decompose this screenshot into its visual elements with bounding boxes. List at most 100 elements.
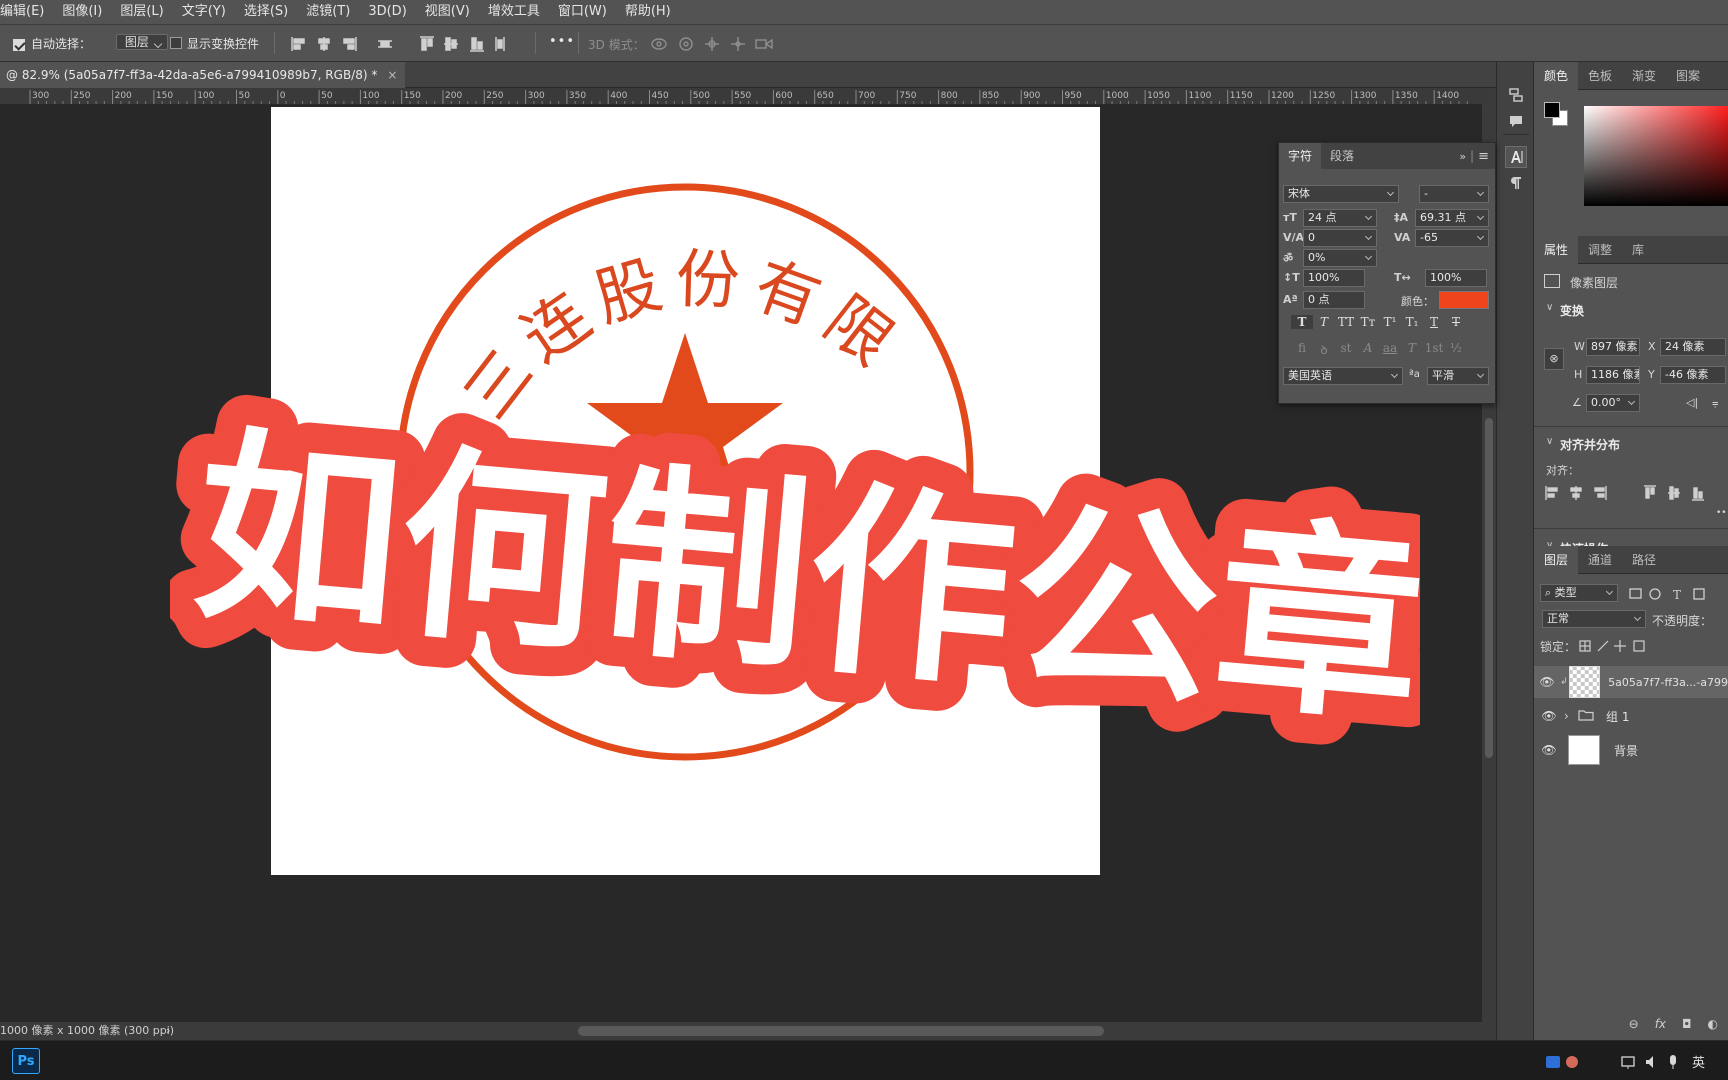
distribute-vertical-icon[interactable] bbox=[495, 37, 505, 51]
tray-app-icon[interactable] bbox=[1566, 1056, 1578, 1068]
align-right-icon[interactable] bbox=[343, 37, 357, 51]
ligatures-button[interactable]: fi bbox=[1291, 341, 1313, 358]
language-dropdown[interactable]: 美国英语 bbox=[1283, 367, 1403, 385]
align-vcenter-icon[interactable] bbox=[444, 37, 458, 51]
tab-channels[interactable]: 通道 bbox=[1578, 546, 1622, 574]
3d-roll-icon[interactable] bbox=[679, 37, 693, 51]
lock-artboard-icon[interactable] bbox=[1633, 640, 1645, 652]
menu-window[interactable]: 窗口(W) bbox=[549, 0, 616, 24]
align-top-icon[interactable] bbox=[1644, 485, 1656, 499]
y-field[interactable]: -46 像素 bbox=[1660, 366, 1726, 384]
filter-adjustment-icon[interactable] bbox=[1649, 588, 1661, 600]
flip-horizontal-icon[interactable]: ◁| bbox=[1686, 396, 1698, 409]
close-tab-icon[interactable]: × bbox=[387, 62, 397, 88]
menu-edit[interactable]: 编辑(E) bbox=[0, 0, 53, 24]
panel-menu-icon[interactable]: ≡ bbox=[1478, 149, 1489, 164]
filter-type-icon[interactable]: T bbox=[1673, 588, 1681, 602]
strikethrough-button[interactable]: T bbox=[1445, 315, 1467, 329]
tracking-field[interactable]: -65 bbox=[1415, 229, 1489, 247]
input-method-indicator[interactable]: 英 bbox=[1692, 1052, 1705, 1071]
align-hcenter-icon[interactable] bbox=[1570, 486, 1582, 500]
chevron-down-icon[interactable]: ∨ bbox=[1546, 302, 1553, 313]
link-layers-icon[interactable]: ⊖ bbox=[1629, 1017, 1639, 1031]
expand-arrow-icon[interactable]: › bbox=[1564, 709, 1578, 723]
foreground-color-swatch[interactable] bbox=[1544, 102, 1560, 118]
chevron-down-icon[interactable]: ∨ bbox=[1546, 436, 1553, 447]
menu-image[interactable]: 图像(I) bbox=[53, 0, 111, 24]
tab-patterns[interactable]: 图案 bbox=[1666, 62, 1710, 90]
menu-type[interactable]: 文字(Y) bbox=[173, 0, 235, 24]
flip-vertical-icon[interactable]: ⩦ bbox=[1712, 396, 1718, 410]
align-right-icon[interactable] bbox=[1594, 486, 1607, 500]
font-size-field[interactable]: 24 点 bbox=[1303, 209, 1377, 227]
vertical-scroll-thumb[interactable] bbox=[1485, 418, 1493, 758]
x-field[interactable]: 24 像素 bbox=[1660, 338, 1726, 356]
align-bottom-icon[interactable] bbox=[470, 37, 484, 52]
baseline-shift-field[interactable]: 0 点 bbox=[1303, 291, 1365, 309]
all-caps-button[interactable]: TT bbox=[1335, 315, 1357, 329]
tsume-field[interactable]: 0% bbox=[1303, 249, 1377, 267]
layer-style-fx-icon[interactable]: fx bbox=[1655, 1017, 1666, 1031]
discretionary-ligatures-button[interactable]: st bbox=[1335, 341, 1357, 358]
3d-orbit-icon[interactable] bbox=[651, 38, 667, 50]
small-caps-button[interactable]: Tт bbox=[1357, 315, 1379, 329]
menu-select[interactable]: 选择(S) bbox=[235, 0, 297, 24]
faux-bold-button[interactable]: T bbox=[1291, 315, 1313, 329]
distribute-icon[interactable] bbox=[376, 35, 394, 53]
photoshop-taskbar-button[interactable]: Ps bbox=[12, 1048, 40, 1074]
tab-swatches[interactable]: 色板 bbox=[1578, 62, 1622, 90]
3d-scale-icon[interactable] bbox=[755, 38, 773, 50]
menu-view[interactable]: 视图(V) bbox=[416, 0, 479, 24]
text-color-swatch[interactable] bbox=[1439, 291, 1489, 309]
layer-row-group[interactable]: 👁︎ › 组 1 bbox=[1534, 700, 1728, 732]
visibility-eye-icon[interactable]: 👁︎ bbox=[1534, 675, 1560, 689]
align-vcenter-icon[interactable] bbox=[1668, 486, 1680, 500]
collapse-icon[interactable]: » bbox=[1459, 150, 1466, 163]
color-picker-field[interactable] bbox=[1584, 106, 1728, 206]
canvas-area[interactable]: 键三连股份有限 如何制作公章 如何制作公章 bbox=[0, 106, 1482, 1022]
align-top-icon[interactable] bbox=[420, 36, 434, 51]
tray-app-icon[interactable] bbox=[1546, 1056, 1560, 1068]
filter-shape-icon[interactable] bbox=[1693, 588, 1705, 600]
superscript-button[interactable]: T¹ bbox=[1379, 315, 1401, 329]
menu-filter[interactable]: 滤镜(T) bbox=[297, 0, 359, 24]
tab-color[interactable]: 颜色 bbox=[1534, 61, 1579, 90]
kerning-field[interactable]: 0 bbox=[1303, 229, 1377, 247]
subscript-button[interactable]: T₁ bbox=[1401, 315, 1423, 329]
menu-layer[interactable]: 图层(L) bbox=[111, 0, 172, 24]
lock-position-icon[interactable] bbox=[1614, 640, 1626, 652]
lock-paint-icon[interactable] bbox=[1597, 640, 1609, 652]
history-icon[interactable] bbox=[1505, 84, 1527, 106]
link-dimensions-icon[interactable]: ⊗ bbox=[1544, 348, 1564, 370]
tab-paths[interactable]: 路径 bbox=[1622, 546, 1666, 574]
align-left-icon[interactable] bbox=[291, 37, 305, 51]
blend-mode-dropdown[interactable]: 正常 bbox=[1542, 610, 1646, 628]
faux-italic-button[interactable]: T bbox=[1313, 315, 1335, 329]
width-field[interactable]: 897 像素 bbox=[1586, 338, 1640, 356]
filter-pixel-icon[interactable] bbox=[1629, 588, 1642, 599]
swash-button[interactable]: A bbox=[1357, 341, 1379, 358]
more-options-button[interactable]: ••• bbox=[549, 34, 575, 49]
visibility-eye-icon[interactable]: 👁︎ bbox=[1534, 709, 1564, 723]
align-bottom-icon[interactable] bbox=[1692, 487, 1704, 501]
document-tab[interactable]: @ 82.9% (5a05a7f7-ff3a-42da-a5e6-a799410… bbox=[0, 62, 406, 88]
ordinals-button[interactable]: 1st bbox=[1423, 341, 1445, 358]
titling-button[interactable]: T bbox=[1401, 341, 1423, 358]
old-style-button[interactable]: ꝺ bbox=[1313, 341, 1335, 358]
auto-select-checkbox[interactable] bbox=[13, 39, 25, 51]
volume-icon[interactable] bbox=[1646, 1056, 1653, 1068]
fractions-button[interactable]: ½ bbox=[1445, 341, 1467, 358]
character-panel-icon[interactable] bbox=[1505, 146, 1527, 168]
vertical-scale-field[interactable]: 100% bbox=[1303, 269, 1365, 287]
tab-layers[interactable]: 图层 bbox=[1534, 545, 1579, 574]
3d-slide-icon[interactable] bbox=[731, 37, 745, 51]
lock-transparent-icon[interactable] bbox=[1579, 640, 1591, 652]
font-family-dropdown[interactable]: 宋体 bbox=[1283, 185, 1399, 203]
tab-paragraph[interactable]: 段落 bbox=[1321, 143, 1363, 169]
align-left-icon[interactable] bbox=[1545, 486, 1558, 500]
menu-plugins[interactable]: 增效工具 bbox=[479, 0, 549, 24]
leading-field[interactable]: 69.31 点 bbox=[1415, 209, 1489, 227]
auto-select-dropdown[interactable]: 图层 bbox=[115, 34, 168, 50]
stylistic-alternates-button[interactable]: aa bbox=[1379, 341, 1401, 358]
layer-row-background[interactable]: 👁︎ 背景 bbox=[1534, 734, 1728, 766]
